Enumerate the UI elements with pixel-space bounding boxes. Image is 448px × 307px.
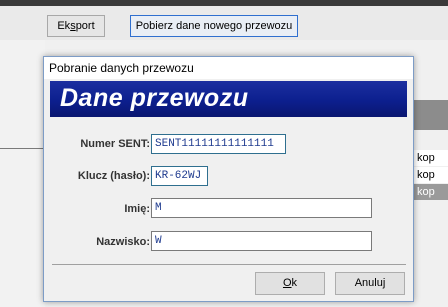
sent-label: Numer SENT: — [80, 138, 150, 150]
eksport-label-a: Ek — [57, 20, 71, 32]
ok-label-b: k — [291, 277, 298, 289]
banner-title: Dane przewozu — [60, 84, 249, 112]
eksport-label-c: port — [75, 20, 95, 32]
nazwisko-label: Nazwisko: — [96, 236, 150, 248]
list-item-label: kop — [417, 169, 435, 181]
app-toolbar: Eksport Pobierz dane nowego przewozu — [0, 0, 448, 40]
pobierz-dane-label: Pobierz dane nowego przewozu — [135, 20, 293, 32]
list-item-label: kop — [417, 186, 435, 198]
anuluj-button[interactable]: Anuluj — [335, 272, 405, 295]
pobranie-danych-dialog: Pobranie danych przewozu Dane przewozu N… — [43, 56, 414, 302]
list-item[interactable]: kop — [414, 184, 448, 200]
ok-button[interactable]: Ok — [255, 272, 325, 295]
list-item-label: kop — [417, 152, 435, 164]
imie-field[interactable]: M — [151, 198, 372, 218]
eksport-button[interactable]: Eksport — [47, 15, 105, 37]
background-left-panel — [0, 40, 45, 307]
dialog-banner: Dane przewozu — [50, 81, 407, 117]
pobierz-dane-button[interactable]: Pobierz dane nowego przewozu — [130, 15, 298, 37]
dialog-title: Pobranie danych przewozu — [49, 61, 194, 75]
background-divider — [0, 148, 45, 149]
ok-label-a: O — [282, 277, 292, 289]
anuluj-label: Anuluj — [354, 277, 386, 289]
list-item[interactable]: kop — [414, 150, 448, 166]
dialog-titlebar[interactable]: Pobranie danych przewozu — [44, 57, 413, 79]
klucz-field[interactable]: KR-62WJ — [151, 166, 208, 186]
klucz-label: Klucz (hasło): — [77, 170, 150, 182]
list-item[interactable]: kop — [414, 167, 448, 183]
imie-label: Imię: — [124, 203, 150, 215]
top-strip — [0, 0, 448, 6]
sent-number-field[interactable]: SENT11111111111111 — [151, 134, 286, 154]
nazwisko-field[interactable]: W — [151, 231, 372, 251]
